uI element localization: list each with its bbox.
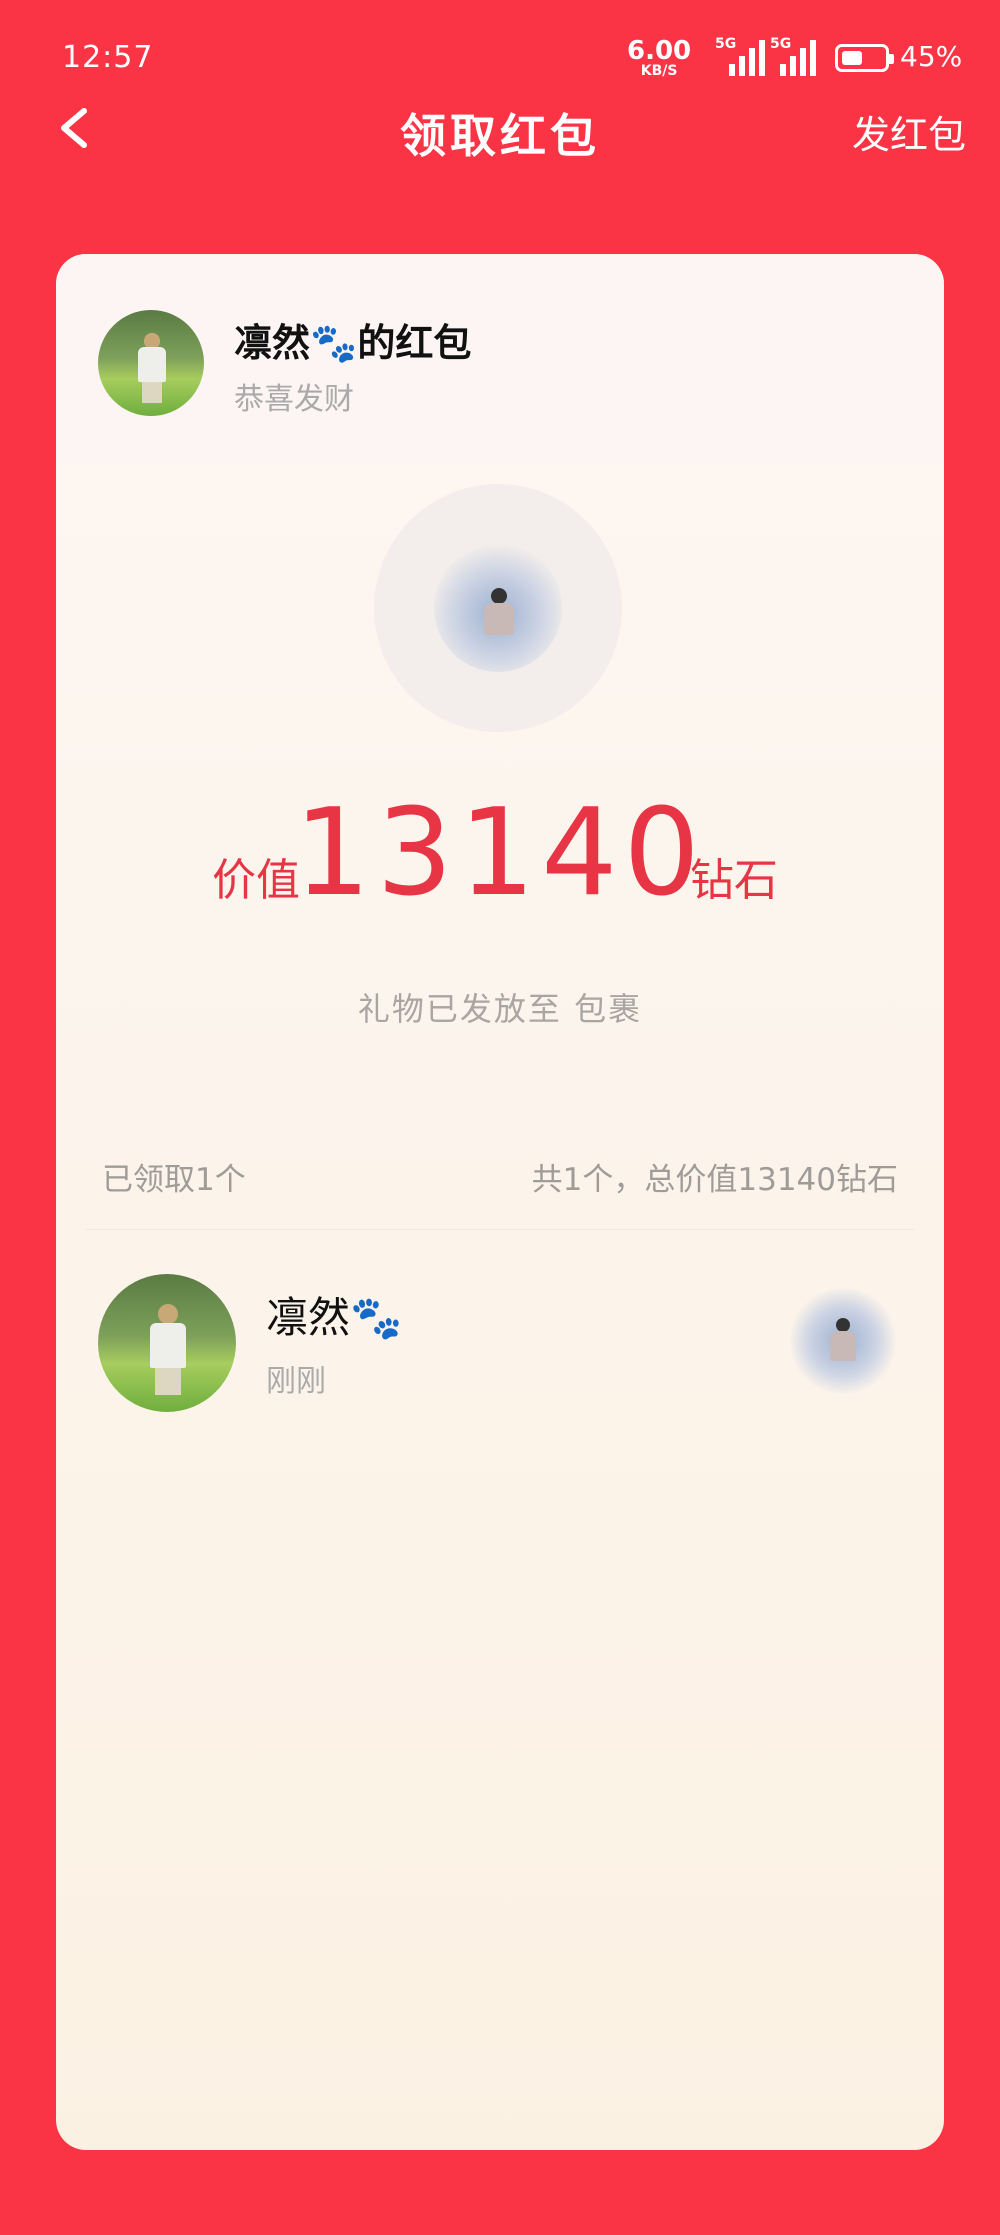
- claimed-count: 已领取1个: [102, 1162, 246, 1198]
- gift-value-prefix: 价值: [212, 855, 300, 906]
- receiver-gift-image: [790, 1288, 896, 1394]
- battery-icon: [835, 44, 894, 72]
- receiver-name: 凛然🐾: [266, 1293, 403, 1342]
- list-item: 凛然🐾 刚刚: [56, 1274, 944, 1414]
- sender-name: 凛然🐾的红包: [234, 321, 472, 365]
- gift-image: [434, 544, 562, 672]
- nav-bar: 领取红包 发红包: [0, 90, 1000, 170]
- signal-2-icon: 5G: [770, 36, 820, 76]
- red-packet-card: 凛然🐾的红包 恭喜发财 13140 价值 钻石 礼物已发放至 包裹 已领取1个 …: [56, 254, 944, 2150]
- network-speed-unit: KB/S: [640, 63, 678, 79]
- send-red-packet-button[interactable]: 发红包: [852, 104, 966, 159]
- status-time: 12:57: [62, 40, 154, 75]
- sender-greeting: 恭喜发财: [234, 382, 354, 417]
- gift-value: 13140 价值 钻石: [56, 784, 944, 924]
- signal-2-label: 5G: [770, 36, 792, 52]
- page-title: 领取红包: [400, 109, 600, 163]
- gift-value-amount: 13140: [294, 784, 706, 923]
- gift-value-unit: 钻石: [690, 855, 778, 906]
- network-speed-value: 6.00: [627, 36, 692, 66]
- receiver-avatar[interactable]: [98, 1274, 236, 1412]
- divider: [86, 1229, 914, 1230]
- receiver-time: 刚刚: [266, 1364, 326, 1399]
- gift-icon: [374, 484, 622, 732]
- delivered-note: 礼物已发放至 包裹: [357, 990, 643, 1028]
- total-summary: 共1个，总价值13140钻石: [531, 1162, 898, 1198]
- signal-1-icon: 5G: [715, 36, 765, 76]
- signal-1-label: 5G: [715, 36, 737, 52]
- battery-percent: 45%: [900, 40, 963, 73]
- sender-header: 凛然🐾的红包 恭喜发财: [56, 254, 944, 464]
- sender-avatar[interactable]: [98, 310, 204, 416]
- network-speed: 6.00 KB/S: [627, 38, 691, 78]
